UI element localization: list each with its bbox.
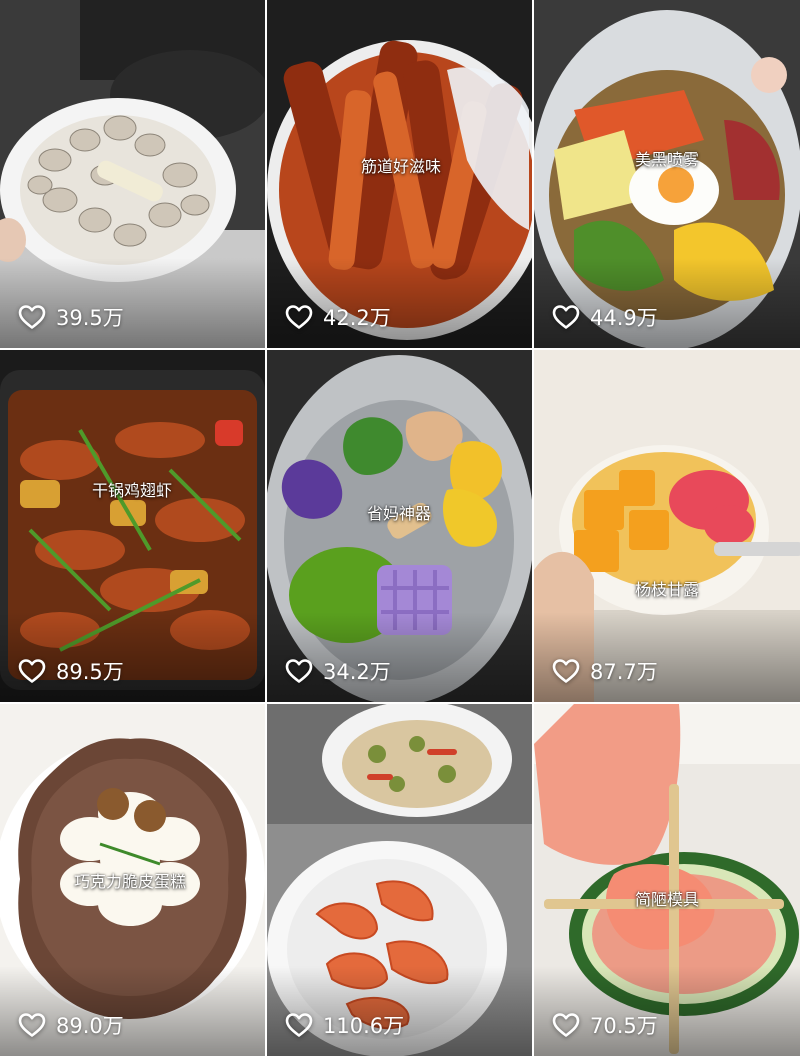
like-count-value: 70.5万 — [590, 1014, 658, 1038]
like-count: 39.5万 — [18, 302, 124, 332]
video-caption: 筋道好滋味 — [360, 157, 442, 176]
like-count-value: 42.2万 — [323, 306, 391, 330]
video-tile-shaped-snacks[interactable]: 省妈神器 34.2万 — [267, 350, 532, 702]
video-tile-boiled-shrimp[interactable]: 110.6万 — [267, 704, 532, 1056]
like-count: 89.5万 — [18, 656, 124, 686]
like-count-value: 87.7万 — [590, 660, 658, 684]
thumbnail-watermelon-mold — [534, 704, 800, 1056]
thumbnail-shaped-snacks — [267, 350, 532, 702]
thumbnail-rice-cooker — [534, 0, 800, 348]
like-count: 44.9万 — [552, 302, 658, 332]
heart-icon — [552, 1012, 580, 1038]
thumbnail-clams — [0, 0, 265, 348]
video-caption: 简陋模具 — [634, 890, 700, 909]
video-tile-mango-dessert[interactable]: 杨枝甘露 87.7万 — [534, 350, 800, 702]
like-count: 87.7万 — [552, 656, 658, 686]
heart-icon — [285, 1012, 313, 1038]
video-caption: 杨枝甘露 — [634, 580, 700, 599]
like-count: 89.0万 — [18, 1010, 124, 1040]
video-caption: 省妈神器 — [366, 504, 432, 523]
video-caption: 美黑喷雾 — [634, 150, 700, 169]
heart-icon — [552, 658, 580, 684]
like-count: 34.2万 — [285, 656, 391, 686]
video-tile-wings-shrimp[interactable]: 干锅鸡翅虾 89.5万 — [0, 350, 265, 702]
heart-icon — [18, 658, 46, 684]
thumbnail-wings-shrimp — [0, 350, 265, 702]
video-tile-chocolate-cake[interactable]: 巧克力脆皮蛋糕 89.0万 — [0, 704, 265, 1056]
heart-icon — [18, 304, 46, 330]
like-count: 70.5万 — [552, 1010, 658, 1040]
video-tile-spicy-strips[interactable]: 筋道好滋味 42.2万 — [267, 0, 532, 348]
heart-icon — [285, 658, 313, 684]
like-count-value: 89.5万 — [56, 660, 124, 684]
thumbnail-boiled-shrimp — [267, 704, 532, 1056]
heart-icon — [552, 304, 580, 330]
like-count: 110.6万 — [285, 1010, 404, 1040]
video-tile-watermelon-mold[interactable]: 简陋模具 70.5万 — [534, 704, 800, 1056]
video-caption: 巧克力脆皮蛋糕 — [73, 872, 187, 891]
video-tile-clams[interactable]: 39.5万 — [0, 0, 265, 348]
video-caption: 干锅鸡翅虾 — [91, 481, 173, 500]
thumbnail-mango-dessert — [534, 350, 800, 702]
like-count-value: 34.2万 — [323, 660, 391, 684]
like-count-value: 39.5万 — [56, 306, 124, 330]
like-count-value: 44.9万 — [590, 306, 658, 330]
like-count-value: 89.0万 — [56, 1014, 124, 1038]
like-count-value: 110.6万 — [323, 1014, 405, 1038]
heart-icon — [18, 1012, 46, 1038]
heart-icon — [285, 304, 313, 330]
video-tile-rice-cooker[interactable]: 美黑喷雾 44.9万 — [534, 0, 800, 348]
video-grid: 39.5万 筋道好滋味 42.2万 美黑喷雾 44.9万 干锅鸡翅虾 89.5万… — [0, 0, 800, 1061]
like-count: 42.2万 — [285, 302, 391, 332]
